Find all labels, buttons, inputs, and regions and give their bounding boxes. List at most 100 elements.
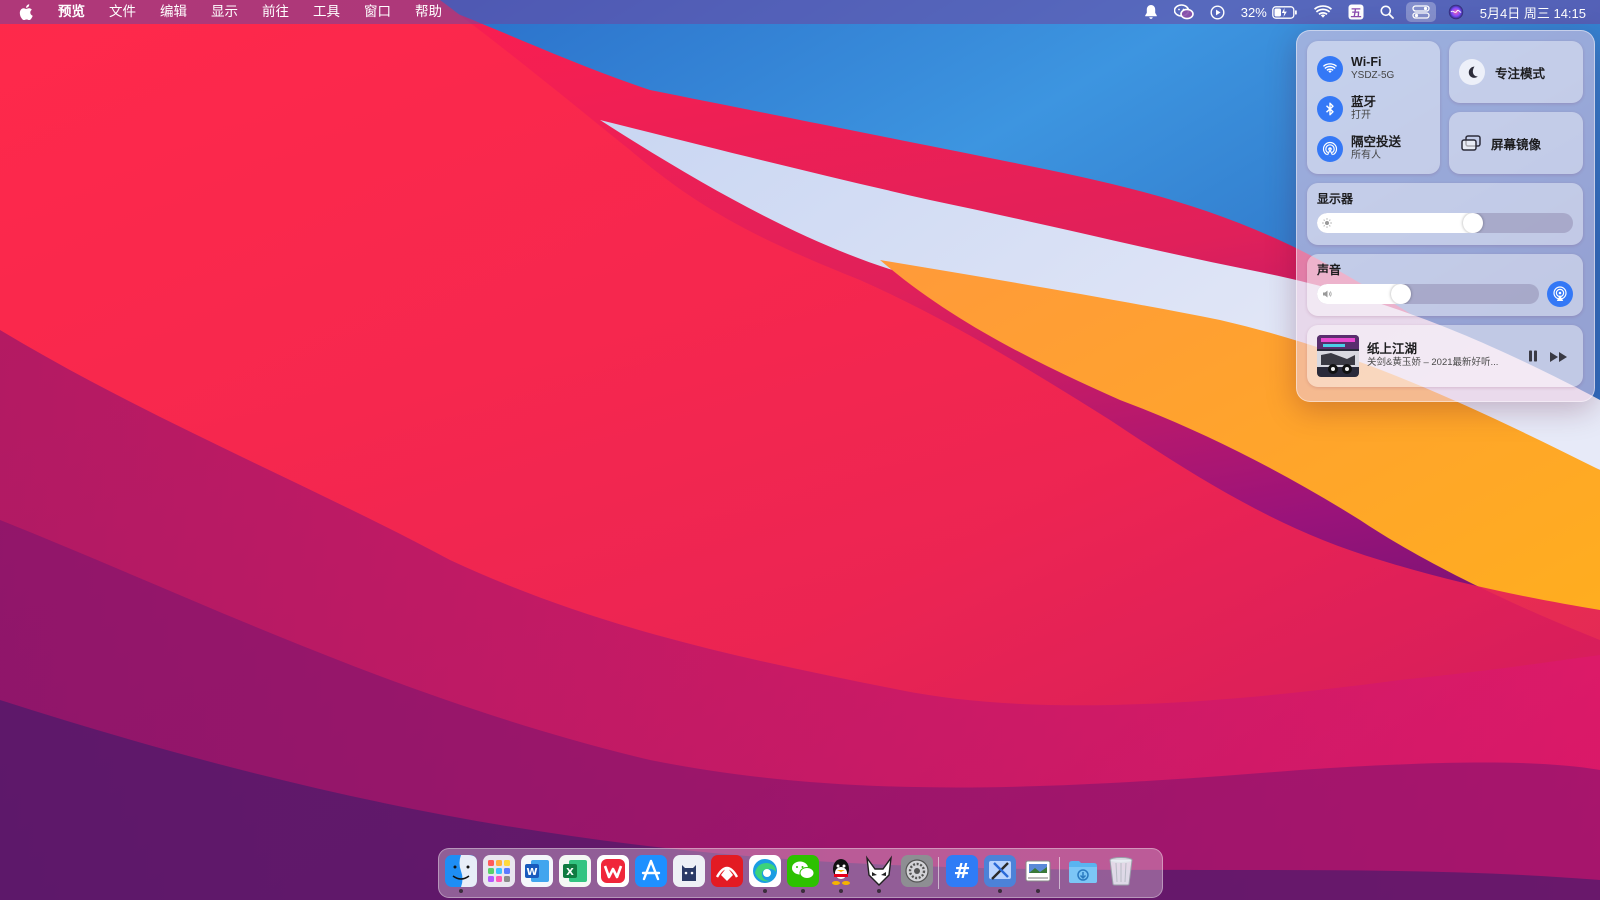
airdrop-icon[interactable] — [1317, 135, 1343, 162]
status-area: 32% 五 5月4日 周三 14:15 — [1136, 0, 1600, 24]
dock: W X # — [438, 848, 1163, 898]
airdrop-title: 隔空投送 — [1351, 135, 1402, 149]
bluetooth-status: 打开 — [1351, 110, 1371, 121]
launchpad-icon — [483, 855, 515, 887]
menu-app-name[interactable]: 预览 — [46, 0, 97, 24]
bluetooth-title: 蓝牙 — [1351, 95, 1377, 109]
menu-file[interactable]: 文件 — [97, 0, 148, 24]
dock-app-wechat[interactable] — [787, 855, 819, 887]
svg-text:五: 五 — [1350, 6, 1361, 19]
running-indicator — [1036, 889, 1040, 893]
dock-app-alien[interactable] — [863, 855, 895, 887]
focus-mode-label: 专注模式 — [1495, 66, 1546, 81]
menubar-clock[interactable]: 5月4日 周三 14:15 — [1472, 0, 1600, 24]
play-circle-icon[interactable] — [1202, 0, 1233, 24]
notification-bell-icon[interactable] — [1136, 0, 1166, 24]
brightness-slider[interactable] — [1317, 213, 1573, 233]
word-icon: W — [521, 855, 553, 887]
screen-mirroring-button[interactable]: 屏幕镜像 — [1449, 112, 1583, 174]
dock-separator — [1059, 857, 1060, 889]
next-track-icon[interactable] — [1549, 350, 1569, 364]
wifi-toggle[interactable]: Wi-Fi YSDZ-5G — [1317, 55, 1394, 82]
wifi-icon[interactable] — [1317, 55, 1343, 82]
control-center-panel: Wi-Fi YSDZ-5G 蓝牙 打开 隔空投送 所有人 专注模式 屏幕镜像 显… — [1296, 30, 1595, 402]
downloads-folder-icon — [1069, 861, 1097, 883]
airdrop-status: 所有人 — [1351, 150, 1381, 161]
dock-app-hashtag[interactable]: # — [946, 855, 978, 887]
menu-tools[interactable]: 工具 — [301, 0, 352, 24]
edge-icon — [749, 855, 781, 887]
album-art — [1317, 335, 1359, 377]
pause-icon[interactable] — [1526, 349, 1540, 363]
dock-app-finder[interactable] — [445, 855, 477, 887]
menu-view[interactable]: 显示 — [199, 0, 250, 24]
spotlight-search-icon[interactable] — [1372, 0, 1402, 24]
dock-app-launchpad[interactable] — [483, 855, 515, 887]
screen-mirroring-icon — [1461, 135, 1481, 151]
svg-text:X: X — [566, 867, 574, 878]
trash-icon — [1109, 857, 1133, 886]
red-app-icon — [711, 855, 743, 887]
running-indicator — [998, 889, 1002, 893]
menu-help[interactable]: 帮助 — [403, 0, 454, 24]
menu-go[interactable]: 前往 — [250, 0, 301, 24]
menu-edit[interactable]: 编辑 — [148, 0, 199, 24]
wifi-network-name: YSDZ-5G — [1351, 70, 1395, 81]
dock-app-qq[interactable] — [825, 855, 857, 887]
running-indicator — [877, 889, 881, 893]
dock-app-red[interactable] — [711, 855, 743, 887]
dock-app-excel[interactable]: X — [559, 855, 591, 887]
battery-percent: 32% — [1240, 4, 1267, 20]
dock-app-xcode-like[interactable] — [984, 855, 1016, 887]
focus-mode-button[interactable]: 专注模式 — [1449, 41, 1583, 103]
volume-slider[interactable] — [1317, 284, 1539, 304]
dock-app-word[interactable]: W — [521, 855, 553, 887]
airplay-audio-icon — [1553, 286, 1567, 301]
dock-trash[interactable] — [1105, 855, 1137, 887]
hashtag-app-icon: # — [946, 855, 978, 887]
app-store-icon — [635, 855, 667, 887]
wps-icon — [597, 855, 629, 887]
wechat-icon[interactable] — [1166, 0, 1202, 24]
airplay-audio-button[interactable] — [1547, 281, 1573, 307]
wifi-icon[interactable] — [1306, 0, 1340, 24]
battery-status[interactable]: 32% — [1233, 0, 1306, 24]
dock-app-wps[interactable] — [597, 855, 629, 887]
system-preferences-icon — [901, 855, 933, 887]
wifi-title: Wi-Fi — [1351, 55, 1382, 69]
dock-app-cat[interactable] — [673, 855, 705, 887]
excel-icon: X — [559, 855, 591, 887]
dock-app-system-preferences[interactable] — [901, 855, 933, 887]
finder-icon — [445, 855, 477, 887]
siri-icon[interactable] — [1440, 0, 1472, 24]
apple-logo-icon[interactable] — [16, 2, 36, 22]
dock-downloads-folder[interactable] — [1067, 855, 1099, 887]
bluetooth-toggle[interactable]: 蓝牙 打开 — [1317, 95, 1376, 122]
qq-icon — [832, 859, 850, 885]
speaker-icon — [1323, 290, 1332, 298]
dock-separator — [938, 857, 939, 889]
display-tile: 显示器 — [1307, 183, 1583, 245]
menu-bar: 预览 文件 编辑 显示 前往 工具 窗口 帮助 32% 五 5月4日 周三 14… — [0, 0, 1600, 24]
preview-icon — [1025, 860, 1051, 882]
dock-app-app-store[interactable] — [635, 855, 667, 887]
cat-app-icon — [673, 855, 705, 887]
svg-text:W: W — [526, 867, 537, 878]
alien-app-icon — [865, 855, 893, 886]
dock-app-edge[interactable] — [749, 855, 781, 887]
volume-slider-knob[interactable] — [1391, 284, 1411, 304]
now-playing-tile[interactable]: 纸上江湖 关剑&黄玉娇 – 2021最新好听... — [1307, 325, 1583, 387]
sun-icon — [1322, 218, 1332, 228]
moon-icon — [1459, 59, 1485, 85]
dock-app-preview[interactable] — [1022, 855, 1054, 887]
airdrop-toggle[interactable]: 隔空投送 所有人 — [1317, 135, 1401, 162]
brightness-slider-knob[interactable] — [1463, 213, 1483, 233]
input-method-icon[interactable]: 五 — [1340, 0, 1372, 24]
running-indicator — [801, 889, 805, 893]
running-indicator — [459, 889, 463, 893]
datetime-text: 5月4日 周三 14:15 — [1479, 5, 1586, 21]
control-center-icon[interactable] — [1405, 2, 1436, 22]
bluetooth-icon[interactable] — [1317, 95, 1343, 122]
menu-window[interactable]: 窗口 — [352, 0, 403, 24]
connectivity-tile: Wi-Fi YSDZ-5G 蓝牙 打开 隔空投送 所有人 — [1307, 41, 1440, 174]
